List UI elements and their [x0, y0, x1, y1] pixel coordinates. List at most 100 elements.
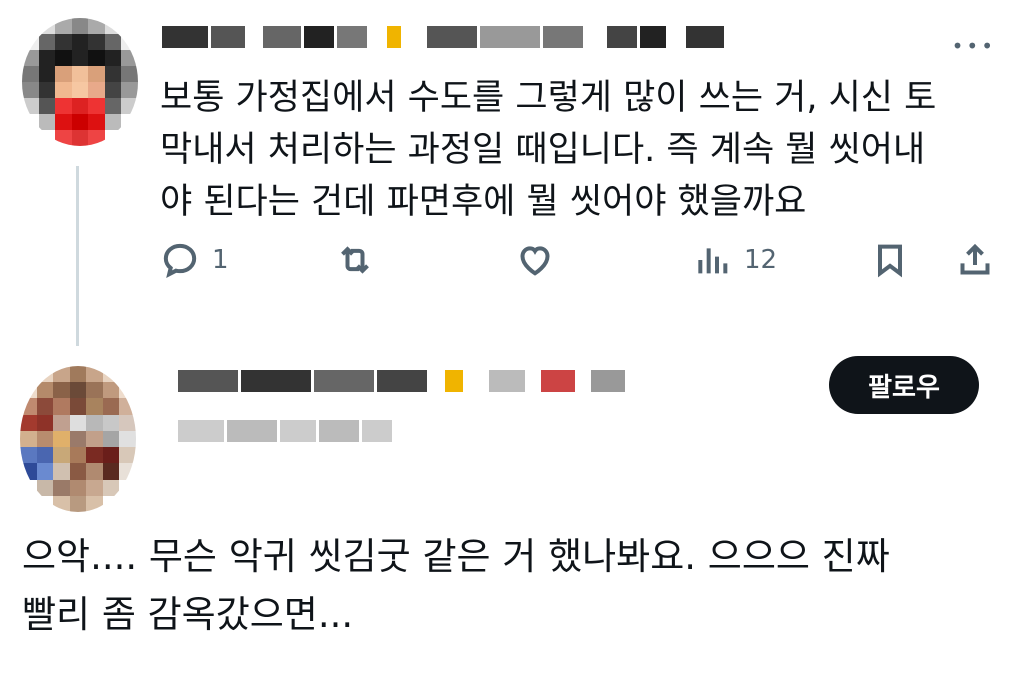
- avatar-pixel: [55, 34, 72, 50]
- avatar-pixel: [38, 130, 56, 146]
- avatar-pixel: [38, 18, 56, 34]
- avatar-pixel: [102, 479, 120, 496]
- avatar-pixel: [38, 50, 56, 66]
- author-name-pixelated[interactable]: [162, 22, 724, 52]
- avatar-pixel: [88, 66, 105, 82]
- avatar-pixel: [69, 463, 87, 480]
- avatar-pixel: [36, 414, 54, 431]
- avatar-pixel: [104, 114, 122, 130]
- avatar-pixel: [22, 18, 39, 34]
- retweet-action[interactable]: [335, 240, 387, 280]
- share-action[interactable]: [955, 240, 995, 280]
- avatar-pixel: [102, 366, 120, 383]
- avatar-pixel: [121, 34, 138, 50]
- avatar-pixel: [38, 98, 56, 114]
- avatar-pixel: [38, 34, 56, 50]
- avatar-pixel: [86, 463, 103, 480]
- avatar-pixel: [104, 98, 122, 114]
- bookmark-action[interactable]: [870, 240, 910, 280]
- avatar-pixel: [88, 82, 105, 98]
- avatar-pixel: [121, 114, 138, 130]
- avatar-pixel: [119, 382, 136, 399]
- avatar-pixel: [20, 495, 37, 512]
- avatar-pixel: [119, 495, 136, 512]
- thread-line: [76, 166, 79, 346]
- retweet-icon: [341, 246, 369, 274]
- avatar-pixel: [53, 382, 70, 399]
- avatar-pixel: [86, 398, 103, 415]
- avatar-pixel: [86, 366, 103, 383]
- reply-user-name-pixelated[interactable]: [178, 366, 625, 396]
- avatar-pixel: [69, 447, 87, 464]
- avatar-pixel: [119, 479, 136, 496]
- avatar-pixel: [102, 382, 120, 399]
- avatar-pixel: [36, 495, 54, 512]
- avatar-pixel: [53, 414, 70, 431]
- avatar-pixel: [69, 414, 87, 431]
- avatar-pixel: [36, 463, 54, 480]
- tweet-actions: 1 12: [160, 240, 1000, 290]
- avatar-pixel: [20, 430, 37, 448]
- avatar-pixel: [86, 479, 103, 496]
- follow-button[interactable]: 팔로우: [829, 356, 979, 414]
- avatar-pixel: [22, 50, 39, 66]
- avatar-pixel: [86, 382, 103, 399]
- bookmark-icon: [878, 244, 902, 278]
- avatar-pixel: [22, 114, 39, 130]
- avatar-pixel: [121, 130, 138, 146]
- avatar-pixel: [104, 34, 122, 50]
- avatar-pixel: [36, 382, 54, 399]
- reply-action[interactable]: 1: [160, 240, 229, 280]
- avatar-pixel: [119, 398, 136, 415]
- avatar-pixel: [71, 50, 89, 66]
- avatar-pixel: [102, 430, 120, 448]
- avatar-pixel: [55, 114, 72, 130]
- ellipsis-icon[interactable]: •••: [952, 34, 996, 58]
- avatar-pixel: [36, 366, 54, 383]
- like-action[interactable]: [515, 240, 567, 280]
- avatar-pixel: [53, 398, 70, 415]
- avatar-pixel: [36, 447, 54, 464]
- avatar-pixel: [53, 463, 70, 480]
- reply-count: 1: [212, 245, 229, 275]
- avatar-pixel: [71, 82, 89, 98]
- heart-icon: [520, 246, 550, 276]
- reply-icon: [163, 243, 197, 278]
- avatar-pixel: [38, 82, 56, 98]
- avatar[interactable]: [22, 18, 138, 146]
- avatar-pixel: [104, 82, 122, 98]
- avatar-pixel: [38, 114, 56, 130]
- avatar-pixel: [55, 130, 72, 146]
- reply-user-handle-pixelated: [178, 416, 392, 446]
- avatar-pixel: [55, 66, 72, 82]
- avatar-pixel: [22, 98, 39, 114]
- avatar-pixel: [53, 495, 70, 512]
- avatar-pixel: [22, 66, 39, 82]
- avatar-pixel: [102, 447, 120, 464]
- avatar-pixel: [71, 18, 89, 34]
- avatar-pixel: [36, 479, 54, 496]
- avatar-pixel: [69, 495, 87, 512]
- avatar-pixel: [20, 382, 37, 399]
- avatar-pixel: [88, 50, 105, 66]
- avatar-pixel: [121, 50, 138, 66]
- share-icon: [960, 243, 990, 275]
- avatar-pixel: [20, 414, 37, 431]
- avatar-pixel: [102, 495, 120, 512]
- tweet-text: 보통 가정집에서 수도를 그렇게 많이 쓰는 거, 시신 토 막내서 처리하는 …: [160, 78, 937, 222]
- avatar-pixel: [104, 18, 122, 34]
- avatar-pixel: [102, 414, 120, 431]
- views-action[interactable]: 12: [692, 240, 777, 280]
- avatar-pixel: [53, 447, 70, 464]
- avatar-pixel: [119, 463, 136, 480]
- avatar-pixel: [88, 114, 105, 130]
- avatar-pixel: [36, 398, 54, 415]
- avatar-pixel: [71, 114, 89, 130]
- avatar-pixel: [88, 34, 105, 50]
- avatar-pixel: [69, 479, 87, 496]
- avatar[interactable]: [20, 366, 136, 512]
- avatar-pixel: [20, 398, 37, 415]
- avatar-pixel: [86, 430, 103, 448]
- reply-text: 으악.... 무슨 악귀 씻김굿 같은 거 했나봐요. 으으으 진짜 빨리 좀 …: [22, 535, 890, 636]
- avatar-pixel: [121, 98, 138, 114]
